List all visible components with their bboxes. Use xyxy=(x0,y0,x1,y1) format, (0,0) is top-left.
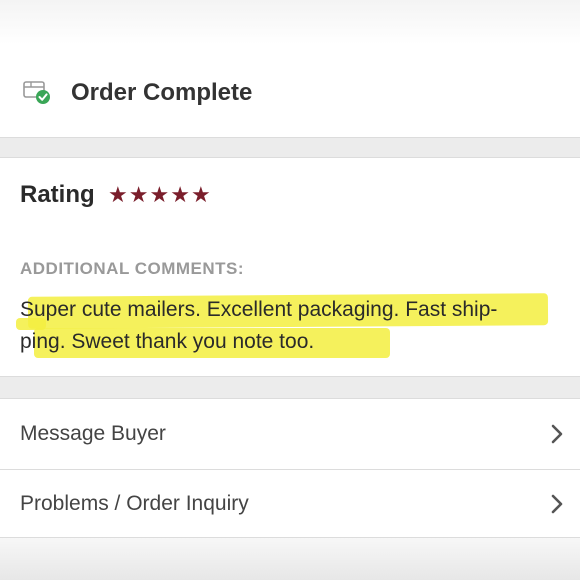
comment-line: Super cute mailers. Excellent packaging.… xyxy=(20,298,498,321)
message-buyer-row[interactable]: Message Buyer xyxy=(0,399,580,470)
top-fade xyxy=(0,0,580,44)
order-inquiry-row[interactable]: Problems / Order Inquiry xyxy=(0,469,580,539)
package-check-icon xyxy=(23,81,50,104)
order-status-title: Order Complete xyxy=(71,79,253,106)
rating-label: Rating xyxy=(20,181,95,208)
comment-line: ping. Sweet thank you note too. xyxy=(20,330,315,353)
chevron-right-icon xyxy=(551,494,563,514)
chevron-right-icon xyxy=(551,424,563,444)
bottom-fade xyxy=(0,538,580,580)
star-icon: ★ xyxy=(108,182,128,207)
order-inquiry-label: Problems / Order Inquiry xyxy=(20,492,249,515)
comment-text: Super cute mailers. Excellent packaging.… xyxy=(20,294,565,358)
message-buyer-label: Message Buyer xyxy=(20,422,166,445)
comments-heading: ADDITIONAL COMMENTS: xyxy=(20,259,245,278)
star-icon: ★ xyxy=(128,182,149,207)
star-icon: ★ xyxy=(190,182,211,207)
rating-stars: ★★★★★ xyxy=(108,180,212,210)
star-icon: ★ xyxy=(170,182,190,207)
star-icon: ★ xyxy=(149,182,170,207)
